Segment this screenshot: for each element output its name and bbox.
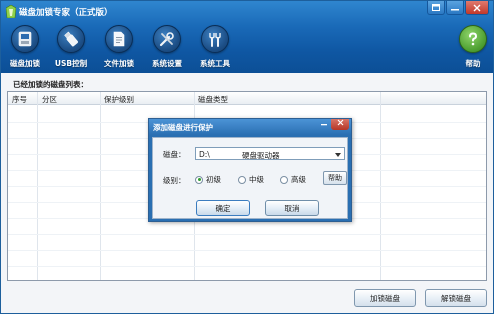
row-divider	[8, 266, 486, 267]
close-icon[interactable]	[465, 1, 489, 15]
toolbar-usb-control[interactable]: USB控制	[49, 25, 93, 71]
list-caption: 已经加锁的磁盘列表：	[13, 80, 88, 89]
level-radio-medium[interactable]: 中级	[238, 174, 264, 185]
toolbar-label: 帮助	[465, 59, 481, 68]
column-header[interactable]: 分区	[42, 94, 57, 105]
table-header: 序号 分区 保护级别 磁盘类型	[8, 92, 486, 105]
dialog-title: 添加磁盘进行保护	[153, 123, 213, 132]
toolbar-label: USB控制	[54, 59, 88, 68]
disk-selected-value: D:\	[199, 150, 210, 159]
dialog-title-bar[interactable]: 添加磁盘进行保护	[149, 119, 351, 135]
toolbar-system-settings[interactable]: 系统设置	[145, 25, 189, 71]
toolbar-disk-lock[interactable]: 磁盘加锁	[3, 25, 47, 71]
toolbar: 磁盘加锁 USB控制 文件加锁 系统设置 系统工具 帮助	[1, 23, 493, 73]
title-bar[interactable]: 磁盘加锁专家（正式版）	[1, 1, 493, 23]
toolbar-label: 系统工具	[200, 59, 230, 68]
toolbar-label: 磁盘加锁	[10, 59, 40, 68]
dropdown-arrow-icon	[335, 153, 341, 157]
tools-icon	[201, 25, 229, 53]
header: 磁盘加锁专家（正式版） 磁盘加锁 USB控制 文件加锁 系统设置 系统工具 帮助	[1, 1, 493, 73]
help-icon	[459, 25, 487, 53]
app-window: 磁盘加锁专家（正式版） 磁盘加锁 USB控制 文件加锁 系统设置 系统工具 帮助…	[0, 0, 494, 314]
toolbar-help[interactable]: 帮助	[451, 25, 493, 71]
app-logo-icon	[6, 5, 16, 18]
radio-label: 中级	[249, 175, 264, 184]
disk-select[interactable]: D:\ 硬盘驱动器	[195, 147, 345, 160]
level-radio-basic[interactable]: 初级	[195, 174, 221, 185]
dialog-help-button[interactable]: 帮助	[323, 171, 347, 185]
toolbar-label: 文件加锁	[104, 59, 134, 68]
skin-icon[interactable]	[427, 1, 445, 15]
column-header[interactable]: 保护级别	[104, 94, 134, 105]
usb-icon	[57, 25, 85, 53]
radio-button	[238, 175, 246, 184]
window-controls	[426, 1, 489, 15]
lock-disk-button[interactable]: 加锁磁盘	[354, 289, 416, 307]
cancel-button[interactable]: 取消	[265, 200, 319, 216]
column-header[interactable]: 磁盘类型	[198, 94, 228, 105]
disk-icon	[11, 25, 39, 53]
row-divider	[8, 250, 486, 251]
ok-button[interactable]: 确定	[196, 200, 250, 216]
radio-button	[195, 175, 203, 184]
radio-button	[280, 175, 288, 184]
unlock-disk-button[interactable]: 解锁磁盘	[425, 289, 487, 307]
window-title: 磁盘加锁专家（正式版）	[19, 8, 113, 18]
toolbar-file-lock[interactable]: 文件加锁	[97, 25, 141, 71]
radio-label: 初级	[206, 175, 221, 184]
level-radio-advanced[interactable]: 高级	[280, 174, 306, 185]
minimize-icon[interactable]	[446, 1, 464, 15]
file-icon	[105, 25, 133, 53]
settings-icon	[153, 25, 181, 53]
toolbar-system-tools[interactable]: 系统工具	[193, 25, 237, 71]
disk-type-value: 硬盘驱动器	[242, 151, 280, 160]
dialog-body: 磁盘： D:\ 硬盘驱动器 级别： 初级 中级 高级 帮助 确定 取消	[152, 137, 348, 219]
row-divider	[8, 234, 486, 235]
radio-label: 高级	[291, 175, 306, 184]
disk-label: 磁盘：	[163, 150, 186, 159]
level-label: 级别：	[163, 176, 186, 185]
dialog-minimize-icon[interactable]	[319, 119, 329, 129]
dialog-close-icon[interactable]	[331, 119, 349, 130]
add-disk-dialog: 添加磁盘进行保护 磁盘： D:\ 硬盘驱动器 级别： 初级 中级 高级 帮助 确…	[148, 118, 352, 222]
column-header[interactable]: 序号	[12, 94, 27, 105]
toolbar-label: 系统设置	[152, 59, 182, 68]
